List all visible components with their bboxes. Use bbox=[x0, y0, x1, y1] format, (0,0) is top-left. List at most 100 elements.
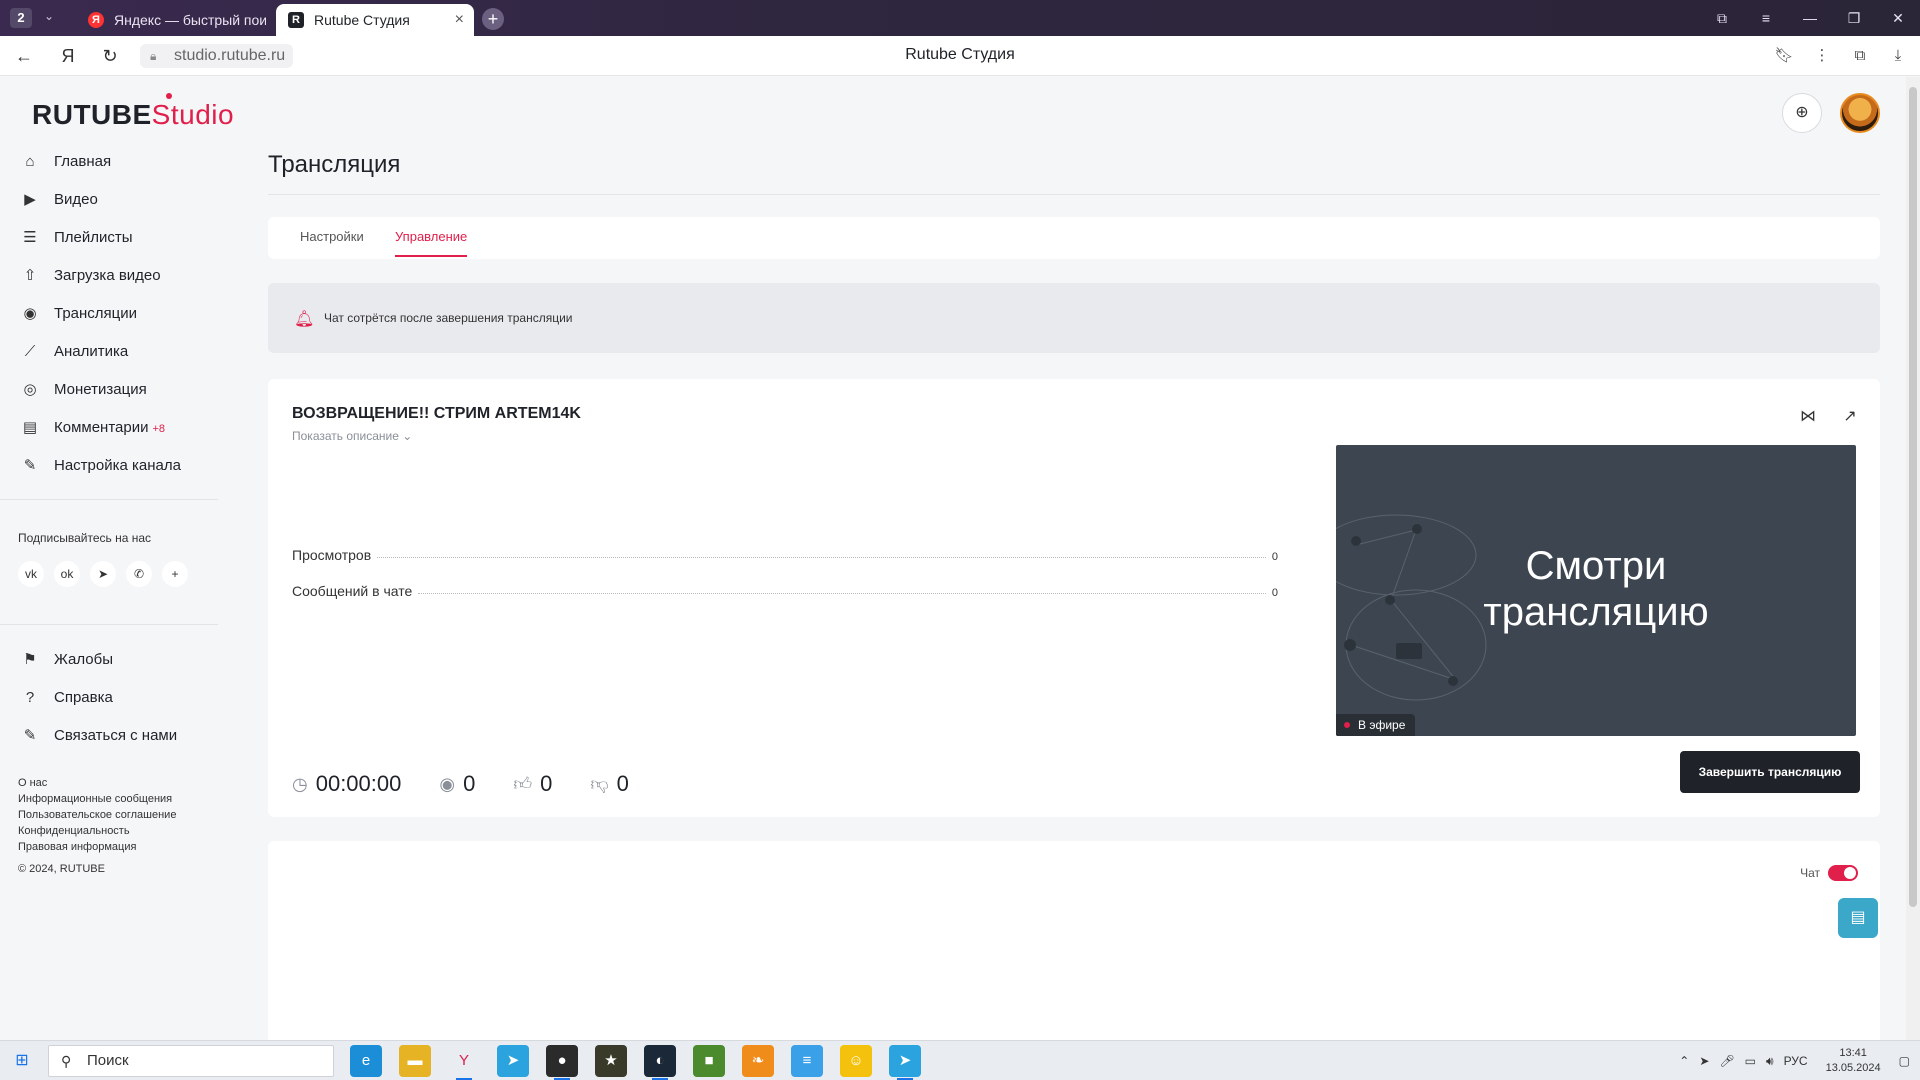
taskbar-search[interactable]: ⚲ Поиск bbox=[48, 1045, 334, 1077]
stat-views: Просмотров 0 bbox=[292, 543, 1278, 563]
collections-icon[interactable]: ⧉ bbox=[1848, 44, 1872, 68]
tabs-dropdown-icon[interactable]: ⌄ bbox=[44, 9, 54, 23]
restore-icon[interactable]: ❐ bbox=[1832, 0, 1876, 36]
bookmark-icon[interactable]: 🔖︎ bbox=[1772, 44, 1796, 68]
end-stream-button[interactable]: Завершить трансляцию bbox=[1680, 751, 1860, 793]
explorer-icon[interactable]: ▬ bbox=[399, 1045, 431, 1077]
stream-preview[interactable]: Смотри трансляцию В эфире bbox=[1336, 445, 1856, 736]
sidebar-item-contact[interactable]: ✎ Связаться с нами bbox=[0, 717, 218, 755]
share-icon[interactable]: ⋈ bbox=[1798, 407, 1818, 427]
open-external-icon[interactable]: ↗ bbox=[1840, 407, 1860, 427]
footer-link[interactable]: Информационные сообщения bbox=[18, 791, 176, 807]
sidebar-item-analytics[interactable]: ⟋ Аналитика bbox=[0, 333, 218, 371]
footer-link[interactable]: Конфиденциальность bbox=[18, 823, 176, 839]
viber-icon[interactable]: ✆ bbox=[126, 561, 152, 587]
telegram-tray-icon[interactable]: ➤ bbox=[1699, 1054, 1709, 1068]
sidebar-item-monetization[interactable]: ◎ Монетизация bbox=[0, 371, 218, 409]
sidebar-item-label: Видео bbox=[54, 191, 98, 208]
sidebar-item-video[interactable]: ▶ Видео bbox=[0, 181, 218, 219]
network-icon[interactable]: ▭ bbox=[1745, 1054, 1756, 1068]
yandex-favicon-icon: Я bbox=[88, 12, 104, 28]
show-description-toggle[interactable]: Показать описание ⌄ bbox=[292, 429, 412, 443]
sidebar-item-home[interactable]: ⌂ Главная bbox=[0, 143, 218, 181]
help-menu: ⚑ Жалобы? Справка ✎ Связаться с нами bbox=[0, 641, 218, 755]
logo-brand: RUTUBE bbox=[32, 99, 152, 130]
url-field[interactable]: 🔒︎ studio.rutube.ru bbox=[140, 44, 294, 68]
rutube-studio-logo[interactable]: RUTUBEStudio bbox=[32, 93, 234, 131]
windows-start-icon[interactable]: ⊞ bbox=[12, 1051, 32, 1071]
clock[interactable]: 13:41 13.05.2024 bbox=[1826, 1046, 1881, 1076]
steam-icon[interactable]: ◐ bbox=[644, 1045, 676, 1080]
page-scrollbar[interactable] bbox=[1906, 77, 1920, 1040]
dotted-leader bbox=[418, 593, 1266, 594]
ok-icon[interactable]: ok bbox=[54, 561, 80, 587]
app-icon[interactable]: ☺ bbox=[840, 1045, 872, 1077]
sidebar-item-label: Загрузка видео bbox=[54, 267, 161, 284]
thumbs-up-icon: 👍︎ bbox=[513, 774, 533, 794]
minimize-icon[interactable]: — bbox=[1788, 0, 1832, 36]
dotted-leader bbox=[377, 557, 1266, 558]
telegram-icon[interactable]: ➤ bbox=[497, 1045, 529, 1077]
avatar[interactable] bbox=[1840, 93, 1880, 133]
notifications-icon[interactable]: ▢ bbox=[1899, 1054, 1910, 1068]
yandex-home-icon[interactable]: Я bbox=[56, 44, 80, 68]
vk-icon[interactable]: vk bbox=[18, 561, 44, 587]
new-tab-button[interactable]: + bbox=[482, 8, 504, 30]
tray-expand-icon[interactable]: ⌃ bbox=[1679, 1054, 1689, 1068]
more-icon[interactable]: + bbox=[162, 561, 188, 587]
volume-icon[interactable]: 🔊︎ bbox=[1766, 1054, 1774, 1069]
sidebar-menu: ⌂ Главная ▶ Видео ☰ Плейлисты ⇧ Загрузка видео ◉… bbox=[0, 143, 218, 485]
dislikes-value: 0 bbox=[616, 771, 629, 796]
sidebar-item-playlist[interactable]: ☰ Плейлисты bbox=[0, 219, 218, 257]
footer-link[interactable]: Пользовательское соглашение bbox=[18, 807, 176, 823]
edge-icon[interactable]: e bbox=[350, 1045, 382, 1077]
language-indicator[interactable]: РУС bbox=[1784, 1054, 1808, 1068]
home-icon: ⌂ bbox=[25, 153, 35, 170]
tab-management[interactable]: Управление bbox=[395, 229, 467, 244]
metric-duration: ◷ 00:00:00 bbox=[292, 771, 401, 797]
tab-count-badge[interactable]: 2 bbox=[10, 8, 32, 28]
sidebar-item-upload[interactable]: ⇧ Загрузка видео bbox=[0, 257, 218, 295]
game-icon[interactable]: ★ bbox=[595, 1045, 627, 1077]
live-badge-label: В эфире bbox=[1358, 718, 1406, 732]
telegram-icon[interactable]: ➤ bbox=[90, 561, 116, 587]
footer-link[interactable]: О нас bbox=[18, 775, 176, 791]
reload-icon[interactable]: ↻ bbox=[98, 44, 122, 68]
sidebar-item-label: Плейлисты bbox=[54, 229, 133, 246]
bookmark-panel-icon[interactable]: ⧉ bbox=[1700, 0, 1744, 36]
minecraft-icon[interactable]: ■ bbox=[693, 1045, 725, 1077]
close-window-icon[interactable]: ✕ bbox=[1876, 0, 1920, 36]
yandex-browser-icon[interactable]: Y bbox=[448, 1045, 480, 1080]
tab-settings[interactable]: Настройки bbox=[300, 229, 364, 244]
sidebar-item-label: Связаться с нами bbox=[54, 727, 178, 744]
more-options-icon[interactable]: ⋮ bbox=[1810, 44, 1834, 68]
back-icon[interactable]: ← bbox=[12, 44, 36, 68]
search-placeholder: Поиск bbox=[87, 1052, 129, 1069]
browser-tab-rutube[interactable]: R Rutube Студия × bbox=[276, 4, 474, 36]
footer-link[interactable]: Правовая информация bbox=[18, 839, 176, 855]
scrollbar-thumb[interactable] bbox=[1909, 87, 1917, 907]
browser-tab-yandex[interactable]: Я Яндекс — быстрый поиск bbox=[76, 4, 266, 36]
menu-icon[interactable]: ≡ bbox=[1744, 0, 1788, 36]
microphone-icon[interactable]: 🎤︎ bbox=[1719, 1054, 1734, 1068]
stack-app-icon[interactable]: ≡ bbox=[791, 1045, 823, 1077]
download-icon[interactable]: ⤓ bbox=[1886, 44, 1910, 68]
sidebar-item-channel-settings[interactable]: ✎ Настройка канала bbox=[0, 447, 218, 485]
fl-studio-icon[interactable]: ❧ bbox=[742, 1045, 774, 1077]
create-button[interactable]: ⊕ bbox=[1782, 93, 1822, 133]
monetization-icon: ◎ bbox=[23, 381, 37, 398]
sidebar-item-help[interactable]: ? Справка bbox=[0, 679, 218, 717]
close-tab-icon[interactable]: × bbox=[455, 4, 464, 36]
copyright: © 2024, RUTUBE bbox=[18, 863, 105, 875]
telegram-desktop-icon[interactable]: ➤ bbox=[889, 1045, 921, 1080]
chat-switch[interactable] bbox=[1828, 865, 1858, 881]
show-description-label: Показать описание bbox=[292, 429, 399, 443]
sidebar-item-broadcast[interactable]: ◉ Трансляции bbox=[0, 295, 218, 333]
flag-icon: ⚑ bbox=[23, 651, 37, 668]
sidebar-item-comments[interactable]: ▤ Комментарии +8 bbox=[0, 409, 218, 447]
preview-line-1: Смотри bbox=[1525, 544, 1667, 588]
duration-value: 00:00:00 bbox=[315, 771, 402, 796]
sidebar-item-flag[interactable]: ⚑ Жалобы bbox=[0, 641, 218, 679]
obs-icon[interactable]: ● bbox=[546, 1045, 578, 1080]
support-chat-button[interactable]: ▤ bbox=[1838, 898, 1878, 938]
